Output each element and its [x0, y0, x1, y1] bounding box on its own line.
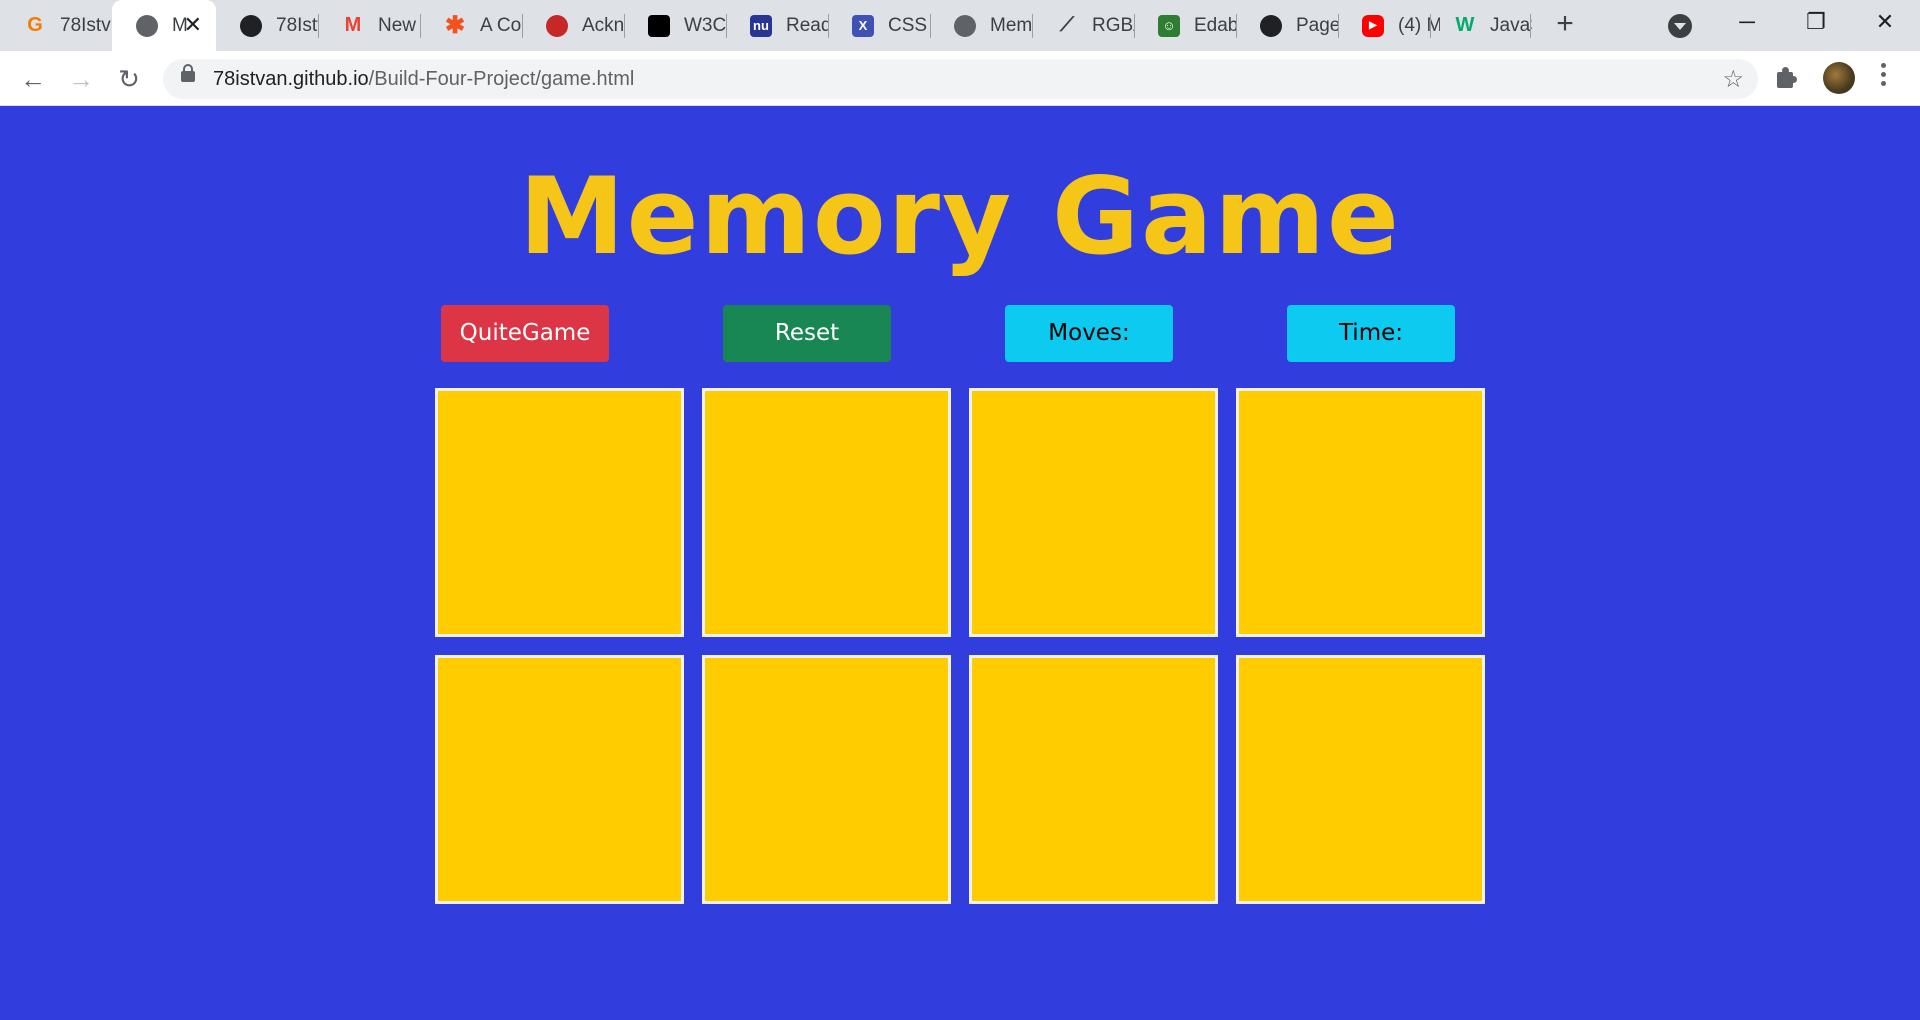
url-path: /Build-Four-Project/game.html	[368, 68, 635, 90]
github-icon	[240, 14, 262, 37]
url-host: 78istvan.github.io	[213, 68, 369, 90]
lock-icon	[181, 64, 195, 82]
memory-card[interactable]	[702, 388, 951, 637]
globe-icon	[954, 14, 976, 37]
tab-strip: G 78Istv M ✕ 78Istv M New ✱ A Co Ackn W3…	[0, 0, 1920, 51]
tab-6[interactable]: Ackn	[522, 0, 624, 51]
w3schools-icon: W	[1455, 14, 1475, 36]
tab-label: New	[378, 14, 417, 36]
tab-3[interactable]: 78Istv	[216, 0, 318, 51]
bookmark-star-icon[interactable]: ☆	[1722, 65, 1744, 94]
tab-7[interactable]: W3C	[624, 0, 726, 51]
menu-kebab-icon[interactable]	[1880, 63, 1888, 93]
memory-card[interactable]	[1236, 388, 1485, 637]
tab-11[interactable]: ⟋ RGBA	[1032, 0, 1134, 51]
tab-10[interactable]: Mem	[930, 0, 1032, 51]
tab-label: Read	[786, 14, 828, 36]
time-display: Time:	[1287, 305, 1455, 362]
minimize-icon[interactable]: ─	[1717, 4, 1777, 40]
tab-8[interactable]: nu Read	[726, 0, 828, 51]
tab-label: Page	[1296, 14, 1338, 36]
address-bar[interactable]: 78istvan.github.io/Build-Four-Project/ga…	[163, 59, 1758, 99]
memory-card[interactable]	[969, 655, 1218, 904]
edabit-icon: ☺	[1158, 14, 1180, 37]
nu-icon: nu	[750, 14, 772, 37]
tab-label: Edab	[1194, 14, 1236, 36]
tab-1[interactable]: G 78Istv	[0, 0, 115, 51]
memory-card[interactable]	[969, 388, 1218, 637]
browser-toolbar: ← → ↻ 78istvan.github.io/Build-Four-Proj…	[0, 51, 1920, 106]
tab-label: JavaS	[1490, 14, 1532, 36]
tab-label: W3C	[684, 14, 726, 36]
asterisk-icon: ✱	[444, 12, 466, 39]
tab-9[interactable]: X CSS E	[828, 0, 930, 51]
tab-label: A Co	[480, 14, 522, 36]
forward-arrow-icon[interactable]: →	[63, 61, 99, 97]
tab-search-icon[interactable]	[1668, 14, 1692, 38]
url-text: 78istvan.github.io/Build-Four-Project/ga…	[213, 68, 634, 91]
new-tab-plus-icon[interactable]: +	[1547, 6, 1583, 42]
tab-14[interactable]: ▶ (4) M	[1338, 0, 1440, 51]
tab-12[interactable]: ☺ Edab	[1134, 0, 1236, 51]
quit-game-button[interactable]: QuiteGame	[441, 305, 609, 362]
reload-icon[interactable]: ↻	[111, 61, 147, 97]
globe-icon	[136, 14, 158, 37]
restore-icon[interactable]: ❐	[1786, 4, 1846, 40]
tab-label: RGBA	[1092, 14, 1134, 36]
profile-avatar[interactable]	[1823, 62, 1855, 94]
extensions-puzzle-icon[interactable]	[1775, 66, 1799, 90]
tab-5[interactable]: ✱ A Co	[420, 0, 522, 51]
tab-label: Mem	[990, 14, 1032, 36]
tab-label: Ackn	[582, 14, 624, 36]
back-arrow-icon[interactable]: ←	[15, 61, 51, 97]
memory-card[interactable]	[435, 655, 684, 904]
memory-card[interactable]	[435, 388, 684, 637]
memory-card[interactable]	[1236, 655, 1485, 904]
close-window-icon[interactable]: ✕	[1855, 4, 1915, 40]
moves-counter: Moves:	[1005, 305, 1173, 362]
memory-card[interactable]	[702, 655, 951, 904]
eyedropper-icon: ⟋	[1060, 14, 1074, 36]
tab-label: CSS E	[888, 14, 930, 36]
youtube-icon: ▶	[1362, 14, 1384, 37]
tab-15[interactable]: W JavaS	[1430, 0, 1532, 51]
github-icon	[1260, 14, 1282, 37]
page-title: Memory Game	[519, 155, 1401, 278]
red-circle-icon	[546, 14, 568, 37]
tab-4[interactable]: M New	[318, 0, 420, 51]
tab-2-active[interactable]: M ✕	[112, 0, 216, 51]
tab-separator	[1530, 14, 1531, 38]
tab-label: 78Istv	[60, 14, 111, 36]
w3c-icon	[648, 14, 670, 37]
close-tab-icon[interactable]: ✕	[184, 12, 202, 38]
tab-label: 78Istv	[276, 14, 318, 36]
reset-button[interactable]: Reset	[723, 305, 891, 362]
g-logo-icon: G	[27, 14, 43, 36]
gmail-icon: M	[344, 14, 362, 36]
x-logo-icon: X	[852, 14, 874, 37]
tab-13[interactable]: Page	[1236, 0, 1338, 51]
